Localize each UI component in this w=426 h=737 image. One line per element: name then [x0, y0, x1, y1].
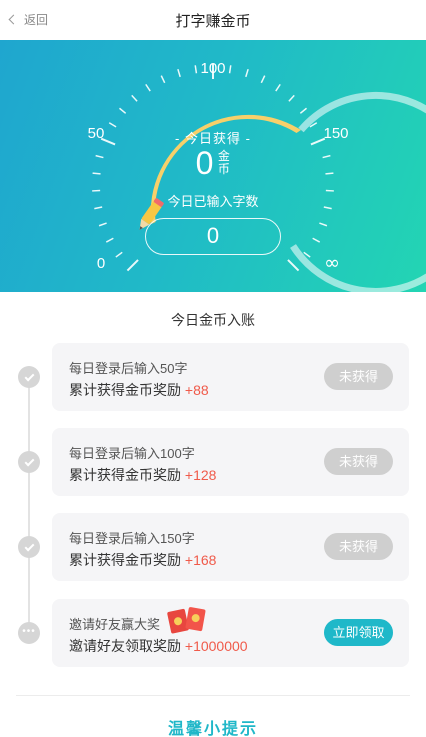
- not-earned-button[interactable]: 未获得: [324, 533, 393, 560]
- reward-title: 每日登录后输入50字: [69, 361, 188, 376]
- tick-label-100: 100: [200, 60, 225, 77]
- reward-desc: 累计获得金币奖励 +168: [69, 552, 217, 568]
- reward-card: 每日登录后输入100字 累计获得金币奖励 +128 未获得: [52, 428, 409, 496]
- coins-earned: 0 金币: [0, 146, 426, 180]
- gauge-tick: [194, 65, 198, 74]
- page-title: 打字赚金币: [175, 13, 251, 30]
- gauge-tick: [131, 94, 138, 102]
- invite-title: 邀请好友赢大奖: [69, 617, 161, 632]
- gauge-tick: [288, 94, 295, 102]
- gauge-tick: [287, 259, 300, 272]
- more-dots-icon: •••: [18, 622, 40, 644]
- section-title: 今日金币入账: [171, 312, 255, 328]
- check-circle-icon: [18, 366, 40, 388]
- reward-amount: +168: [184, 552, 217, 568]
- gauge-tick: [98, 222, 107, 227]
- gauge-tick: [299, 107, 308, 114]
- invite-card: 邀请好友赢大奖 邀请好友领取奖励 +1000000 立即领取: [52, 599, 409, 667]
- invite-amount: +1000000: [184, 638, 248, 654]
- tick-label-infinity: ∞: [324, 252, 340, 274]
- invite-desc: 邀请好友领取奖励 +1000000: [69, 638, 248, 654]
- reward-amount: +128: [184, 467, 217, 483]
- gauge-tick: [105, 237, 114, 243]
- typed-count: 0: [145, 218, 281, 255]
- tips-title: 温馨小提示: [167, 721, 258, 737]
- claim-now-button[interactable]: 立即领取: [324, 619, 393, 646]
- not-earned-button[interactable]: 未获得: [324, 448, 393, 475]
- reward-desc: 累计获得金币奖励 +88: [69, 382, 209, 398]
- red-envelope-icon: [167, 607, 206, 634]
- gauge-tick: [108, 122, 117, 128]
- earned-label: - 今日获得 -: [175, 131, 251, 146]
- gauge-tick: [245, 68, 249, 78]
- check-circle-icon: [18, 536, 40, 558]
- top-bar: 返回 打字赚金币: [0, 0, 426, 40]
- timeline-line: [28, 378, 30, 633]
- divider: [16, 695, 410, 696]
- gauge-tick: [145, 83, 151, 92]
- gauge-tick: [126, 259, 139, 272]
- reward-card: 每日登录后输入50字 累计获得金币奖励 +88 未获得: [52, 343, 409, 411]
- typed-label: 今日已输入字数: [167, 194, 259, 209]
- reward-title: 每日登录后输入100字: [69, 446, 195, 461]
- gauge-tick: [177, 68, 181, 78]
- gauge-tick: [160, 75, 166, 84]
- coins-value: 0: [195, 145, 214, 181]
- gauge-tick: [118, 107, 127, 114]
- gauge-tick: [275, 83, 281, 92]
- gauge-tick: [319, 222, 328, 227]
- gauge-tick: [115, 251, 123, 258]
- gauge-tick: [312, 237, 321, 243]
- coins-unit: 金币: [217, 149, 230, 176]
- not-earned-button[interactable]: 未获得: [324, 363, 393, 390]
- reward-title: 每日登录后输入150字: [69, 531, 195, 546]
- gauge-tick: [260, 75, 266, 84]
- gauge-banner: 0 50 100 150 ∞ - 今日获得 - 0 金币 今日已输入字数 0: [0, 40, 426, 292]
- check-circle-icon: [18, 451, 40, 473]
- tick-label-0: 0: [97, 255, 105, 272]
- gauge-tick: [228, 65, 232, 74]
- reward-amount: +88: [184, 382, 209, 398]
- reward-card: 每日登录后输入150字 累计获得金币奖励 +168 未获得: [52, 513, 409, 581]
- reward-desc: 累计获得金币奖励 +128: [69, 467, 217, 483]
